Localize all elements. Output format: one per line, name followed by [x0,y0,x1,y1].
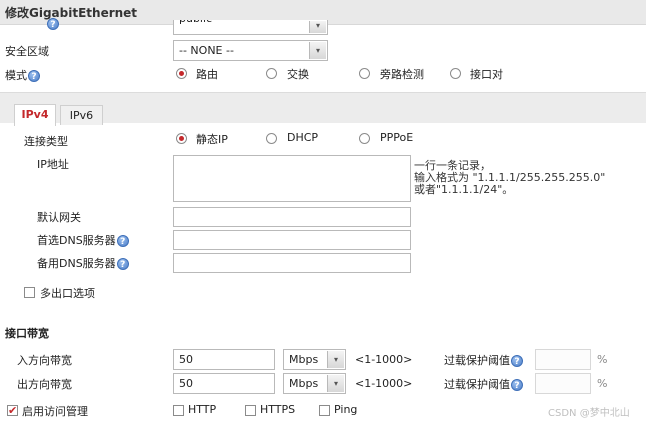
mode-option-switch: 交换 [287,68,309,81]
dns2-label-row: 备用DNS服务器? [37,255,129,271]
ping-checkbox[interactable] [319,405,330,416]
outbound-value: 50 [179,377,193,390]
inbound-value: 50 [179,353,193,366]
https-label: HTTPS [260,403,296,416]
access-mgmt-checkbox[interactable]: ✔ [7,405,18,416]
http-label: HTTP [188,403,217,416]
ip-label: IP地址 [37,158,69,171]
inbound-range: <1-1000> [355,353,413,366]
conn-type-label: 连接类型 [24,135,68,148]
conn-radio-dhcp[interactable] [266,133,277,144]
conn-option-dhcp: DHCP [287,131,319,144]
inbound-label: 入方向带宽 [17,354,72,367]
dns2-input[interactable] [173,253,411,273]
help-icon[interactable]: ? [116,235,129,247]
conn-radio-pppoe[interactable] [359,133,370,144]
help-icon[interactable]: ? [116,258,129,270]
outbound-protect-label-row: 过载保护阈值? [444,376,523,392]
outbound-unit-select[interactable]: Mbps ▾ [283,373,346,394]
gateway-input[interactable] [173,207,411,227]
dns1-input[interactable] [173,230,411,250]
access-mgmt-label: 启用访问管理 [22,405,88,418]
mode-radio-pair[interactable] [450,68,461,79]
mode-radio-switch[interactable] [266,68,277,79]
dns1-label: 首选DNS服务器 [37,234,116,247]
multi-exit-label: 多出口选项 [40,287,95,300]
inbound-unit-value: Mbps [289,353,319,366]
tab-ipv4[interactable]: IPv4 [14,104,56,126]
https-checkbox[interactable] [245,405,256,416]
inbound-protect-label: 过载保护阈值 [444,354,510,367]
top-select[interactable]: public ▾ [173,20,328,35]
dns1-label-row: 首选DNS服务器? [37,232,129,248]
outbound-percent: % [597,377,608,390]
conn-radio-static[interactable] [176,133,187,144]
zone-select[interactable]: -- NONE -- ▾ [173,40,328,61]
mode-label-row: 模式? [5,67,40,83]
top-select-value: public [179,20,212,25]
dialog-title: 修改GigabitEthernet [5,6,138,20]
ip-textarea[interactable] [173,155,411,202]
gateway-label: 默认网关 [37,211,81,224]
inbound-unit-select[interactable]: Mbps ▾ [283,349,346,370]
chevron-down-icon: ▾ [327,351,344,368]
outbound-input[interactable]: 50 [173,373,275,394]
tab-ipv6[interactable]: IPv6 [60,105,103,125]
outbound-protect-label: 过载保护阈值 [444,378,510,391]
mode-radio-bypass[interactable] [359,68,370,79]
mode-option-bypass: 旁路检测 [380,68,424,81]
help-icon[interactable]: ? [511,379,523,391]
mode-radio-route[interactable] [176,68,187,79]
inbound-input[interactable]: 50 [173,349,275,370]
outbound-unit-value: Mbps [289,377,319,390]
inbound-percent: % [597,353,608,366]
mode-option-pair: 接口对 [470,68,503,81]
conn-option-static: 静态IP [196,133,228,146]
outbound-range: <1-1000> [355,377,413,390]
mode-label: 模式 [5,69,27,82]
help-icon[interactable]: ? [46,17,59,30]
mode-option-route: 路由 [196,68,218,81]
watermark: CSDN @梦中北山 [548,408,630,419]
ip-hint-line-3: 或者"1.1.1.1/24"。 [414,183,514,196]
http-checkbox[interactable] [173,405,184,416]
ping-label: Ping [334,403,358,416]
inbound-protect-input[interactable] [535,349,591,370]
conn-option-pppoe: PPPoE [380,131,414,144]
bandwidth-section-title: 接口带宽 [5,327,49,340]
chevron-down-icon: ▾ [309,21,326,33]
outbound-protect-input[interactable] [535,373,591,394]
zone-select-value: -- NONE -- [179,44,234,57]
dns2-label: 备用DNS服务器 [37,257,116,270]
zone-label: 安全区域 [5,45,49,58]
help-icon[interactable]: ? [28,70,40,82]
outbound-label: 出方向带宽 [17,378,72,391]
multi-exit-checkbox[interactable] [24,287,35,298]
inbound-protect-label-row: 过载保护阈值? [444,352,523,368]
chevron-down-icon: ▾ [327,375,344,392]
chevron-down-icon: ▾ [309,42,326,59]
help-icon[interactable]: ? [511,355,523,367]
